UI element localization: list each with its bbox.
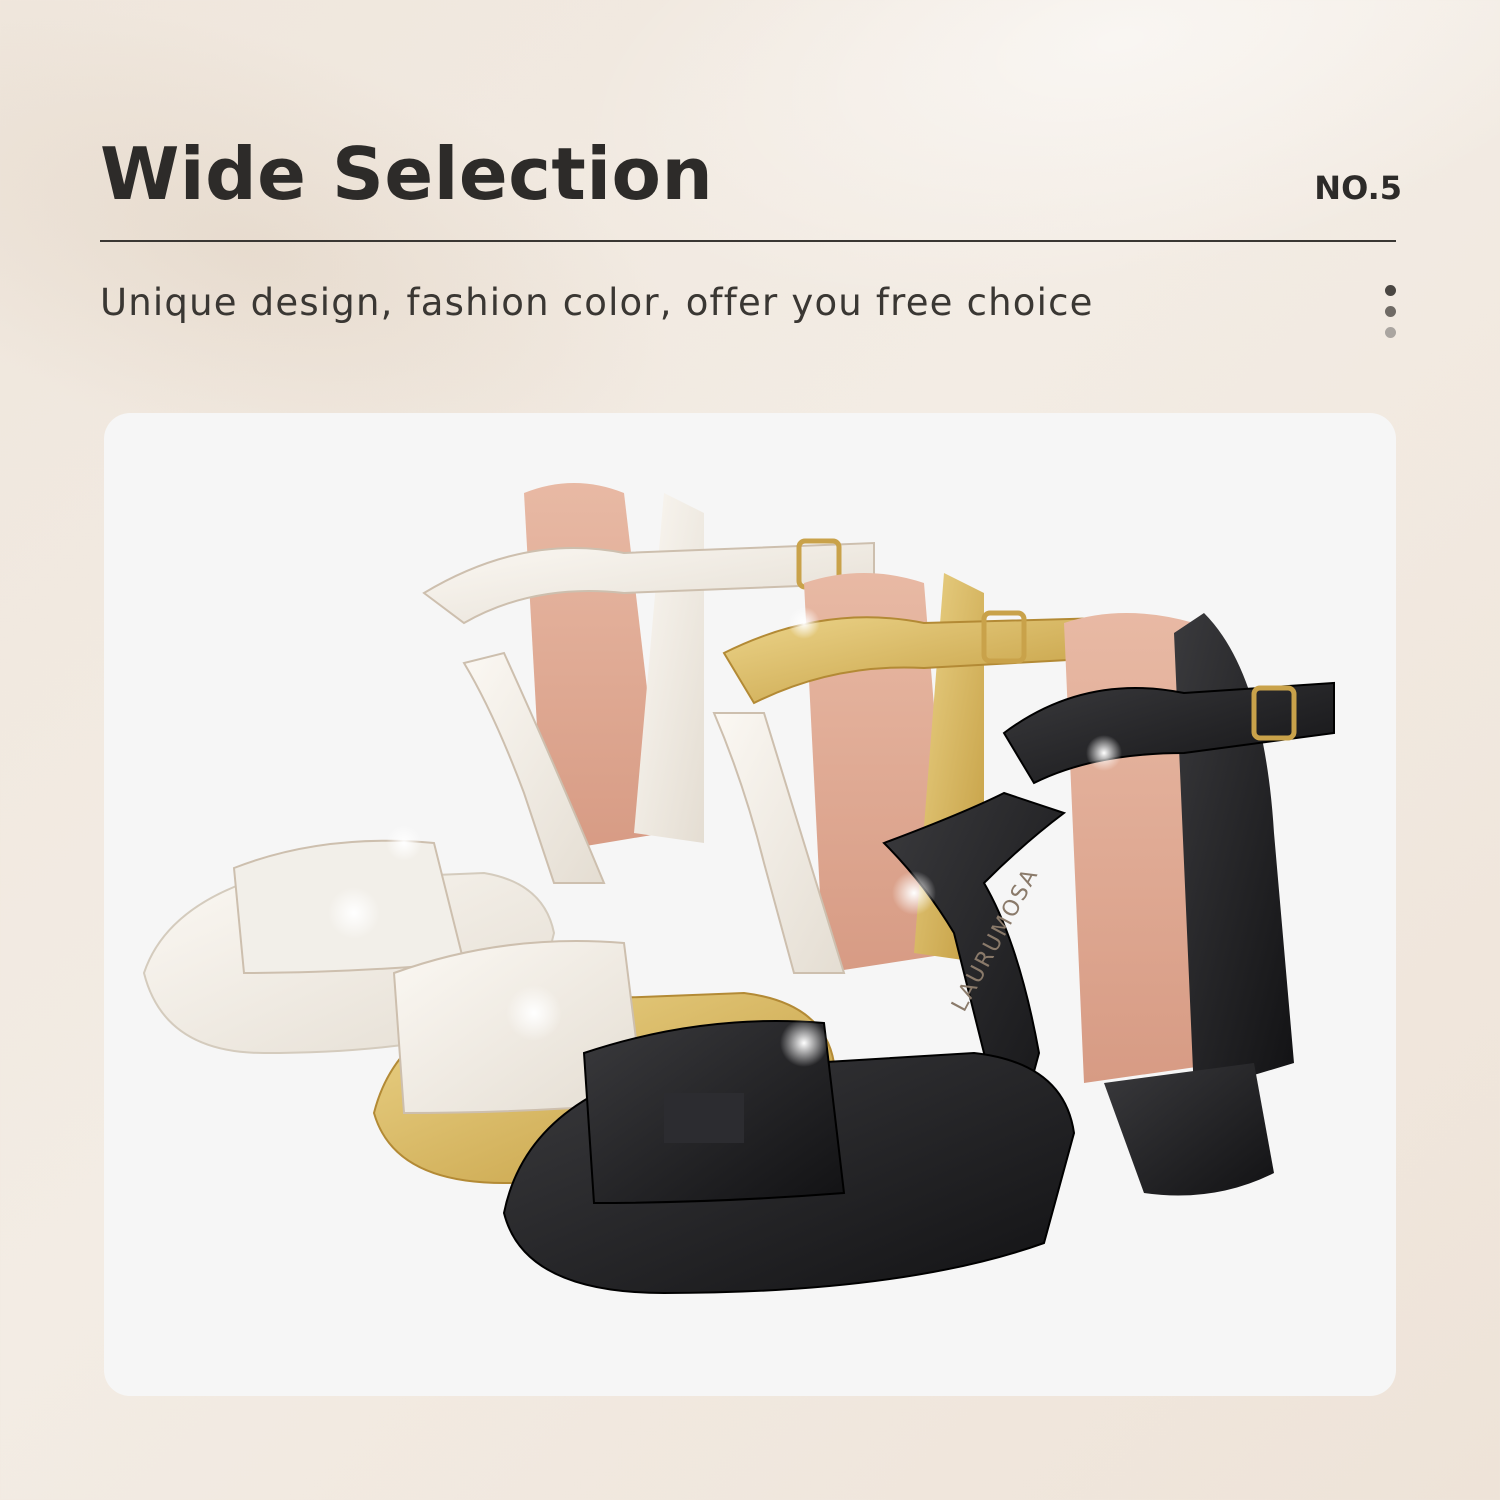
pagination-dot-2 [1385, 306, 1396, 317]
page-subtitle: Unique design, fashion color, offer you … [100, 281, 1094, 324]
pagination-dots [1385, 285, 1397, 341]
page-number: NO.5 [1314, 169, 1402, 207]
product-image-panel: LAURUMOSA [104, 413, 1396, 1396]
header-divider [100, 240, 1396, 242]
sandals-illustration: LAURUMOSA [142, 483, 1335, 1295]
pagination-dot-1 [1385, 285, 1396, 296]
page-title: Wide Selection [100, 132, 714, 216]
pagination-dot-3 [1385, 327, 1396, 338]
